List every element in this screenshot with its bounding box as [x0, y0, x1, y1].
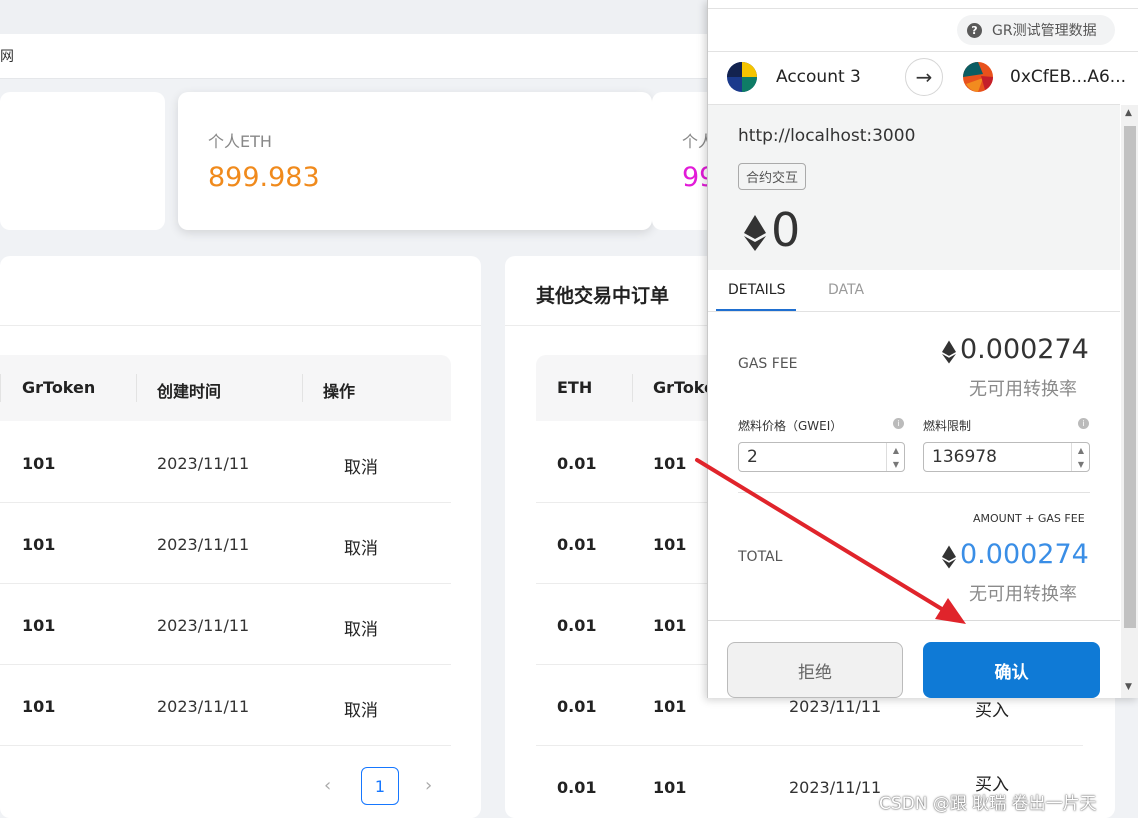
annotation-arrow [695, 458, 966, 624]
